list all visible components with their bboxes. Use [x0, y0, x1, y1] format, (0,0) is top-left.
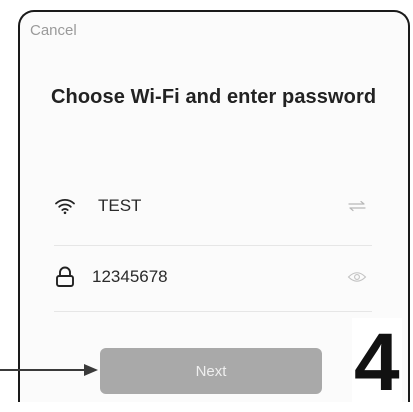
wifi-ssid: TEST	[98, 196, 142, 215]
arrow-right-icon	[0, 364, 98, 376]
cancel-button[interactable]: Cancel	[30, 22, 77, 39]
password-field[interactable]: 12345678	[92, 267, 346, 287]
wifi-network-row[interactable]: TEST	[54, 185, 372, 227]
step-number: 4	[352, 317, 402, 408]
password-row[interactable]: 12345678	[54, 256, 372, 298]
divider	[54, 311, 372, 312]
eye-icon[interactable]	[346, 268, 368, 286]
wifi-icon	[54, 195, 76, 217]
page-title: Choose Wi-Fi and enter password	[51, 86, 377, 108]
next-button[interactable]: Next	[100, 348, 322, 394]
lock-icon	[54, 266, 76, 288]
switch-network-icon[interactable]	[346, 197, 368, 215]
divider	[54, 245, 372, 246]
